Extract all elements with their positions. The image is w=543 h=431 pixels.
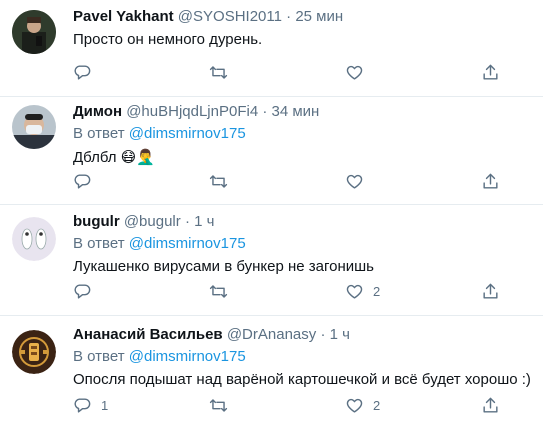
author-name[interactable]: bugulr (73, 213, 120, 230)
share-icon (483, 397, 498, 413)
retweet-button[interactable] (209, 63, 231, 82)
separator-dot: · (320, 326, 326, 343)
share-icon (483, 283, 498, 299)
tweet-text: Опосля подышат над варёной картошечкой и… (73, 371, 531, 388)
reply-icon (74, 397, 91, 413)
like-button[interactable]: 2 (345, 282, 380, 301)
reply-mention[interactable]: @dimsmirnov175 (129, 348, 246, 365)
author-handle[interactable]: @DrAnanasy (227, 326, 316, 343)
tweet[interactable]: Димон @huBHjqdLjnP0Fi4 · 34 мин В ответ … (0, 97, 543, 205)
reply-count: 1 (101, 397, 109, 413)
tweet-emoji: 😷🤦‍♂️ (120, 148, 155, 166)
reply-mention[interactable]: @dimsmirnov175 (129, 125, 246, 142)
reply-button[interactable] (73, 63, 95, 82)
timestamp[interactable]: 25 мин (295, 8, 343, 25)
retweet-icon (209, 174, 228, 188)
like-button[interactable]: 2 (345, 396, 380, 415)
tweet[interactable]: Ананасий Васильев @DrAnanasy · 1 ч В отв… (0, 316, 543, 431)
author-handle[interactable]: @huBHjqdLjnP0Fi4 (126, 103, 258, 120)
heart-icon (346, 174, 363, 189)
heart-icon (346, 284, 363, 299)
like-count: 2 (373, 283, 381, 299)
reply-context: В ответ @dimsmirnov175 (73, 347, 533, 367)
reply-context: В ответ @dimsmirnov175 (73, 124, 533, 144)
avatar[interactable] (12, 10, 56, 54)
retweet-button[interactable] (209, 396, 231, 415)
reply-mention[interactable]: @dimsmirnov175 (129, 235, 246, 252)
reply-prefix: В ответ (73, 348, 129, 365)
retweet-button[interactable] (209, 282, 231, 301)
tweet-text: Дблбл 😷🤦‍♂️ (73, 147, 533, 168)
avatar[interactable] (12, 217, 56, 261)
reply-button[interactable] (73, 172, 95, 191)
author-handle[interactable]: @bugulr (124, 213, 181, 230)
retweet-icon (209, 65, 228, 79)
timestamp[interactable]: 34 мин (272, 103, 320, 120)
share-icon (483, 64, 498, 80)
reply-prefix: В ответ (73, 235, 129, 252)
tweet-text: Просто он немного дурень. (73, 31, 263, 48)
reply-button[interactable]: 1 (73, 396, 108, 415)
retweet-button[interactable] (209, 172, 231, 191)
separator-dot: · (286, 8, 292, 25)
share-icon (483, 173, 498, 189)
retweet-icon (209, 398, 228, 412)
tweet[interactable]: Pavel Yakhant @SYOSHI2011 · 25 мин Прост… (0, 0, 543, 97)
author-handle[interactable]: @SYOSHI2011 (178, 8, 282, 25)
reply-prefix: В ответ (73, 125, 129, 142)
like-button[interactable] (345, 63, 367, 82)
timestamp[interactable]: 1 ч (194, 213, 214, 230)
timestamp[interactable]: 1 ч (330, 326, 350, 343)
author-name[interactable]: Ананасий Васильев (73, 326, 223, 343)
heart-icon (346, 398, 363, 413)
separator-dot: · (262, 103, 268, 120)
avatar[interactable] (12, 105, 56, 149)
share-button[interactable] (481, 282, 503, 301)
share-button[interactable] (481, 172, 503, 191)
retweet-icon (209, 284, 228, 298)
author-name[interactable]: Димон (73, 103, 122, 120)
reply-icon (74, 173, 91, 189)
tweet-text-body: Дблбл (73, 149, 121, 166)
author-name[interactable]: Pavel Yakhant (73, 8, 174, 25)
like-count: 2 (373, 397, 381, 413)
avatar[interactable] (12, 330, 56, 374)
tweet-text: Лукашенко вирусами в бункер не загонишь (73, 258, 374, 275)
share-button[interactable] (481, 63, 503, 82)
share-button[interactable] (481, 396, 503, 415)
reply-icon (74, 283, 91, 299)
separator-dot: · (184, 213, 190, 230)
reply-icon (74, 64, 91, 80)
tweet[interactable]: bugulr @bugulr · 1 ч В ответ @dimsmirnov… (0, 205, 543, 316)
like-button[interactable] (345, 172, 367, 191)
reply-context: В ответ @dimsmirnov175 (73, 234, 533, 254)
reply-button[interactable] (73, 282, 95, 301)
heart-icon (346, 65, 363, 80)
